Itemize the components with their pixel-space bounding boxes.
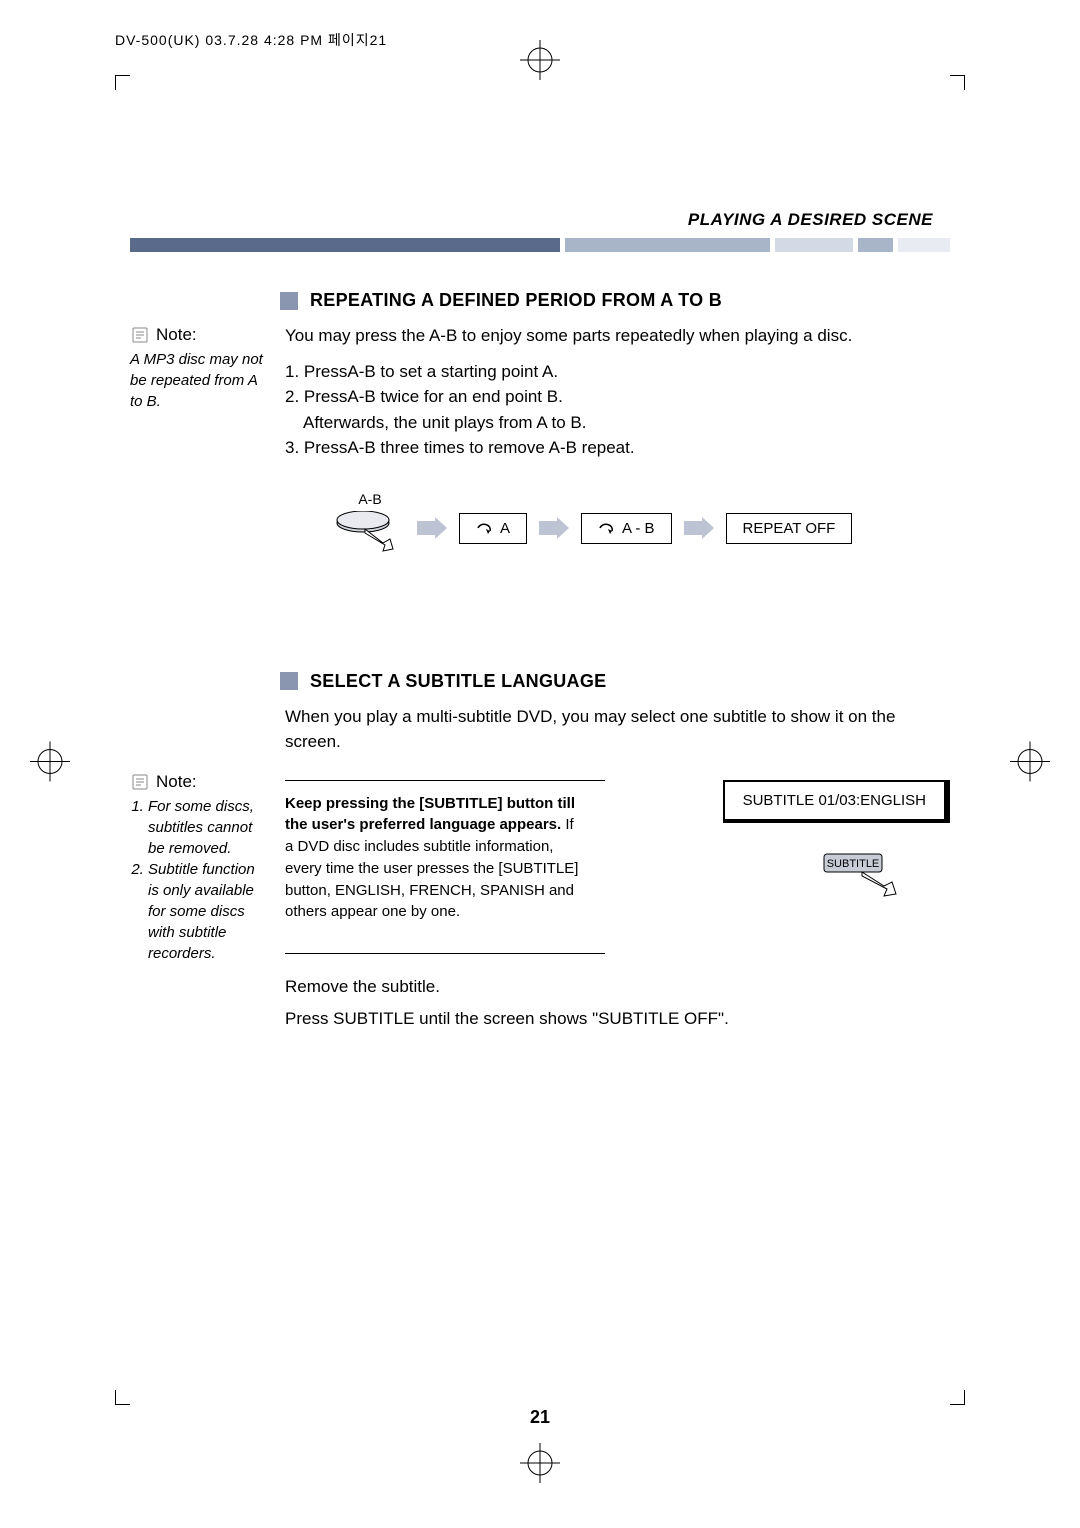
- crop-mark-left: [30, 742, 70, 787]
- step2b: Afterwards, the unit plays from A to B.: [285, 410, 950, 436]
- osd-repeat-off: REPEAT OFF: [726, 513, 853, 544]
- note-label: Note:: [156, 772, 197, 792]
- section-bullet: [280, 292, 298, 310]
- remove-subtitle-body: Press SUBTITLE until the screen shows "S…: [285, 1006, 950, 1032]
- section1-heading: REPEATING A DEFINED PERIOD FROM A TO B: [310, 290, 722, 311]
- subtitle-button-icon: SUBTITLE: [822, 852, 912, 907]
- subtitle-bold: Keep pressing the [SUBTITLE] button till…: [285, 795, 575, 834]
- crop-mark-right: [1010, 742, 1050, 787]
- note-label: Note:: [156, 325, 197, 345]
- step2: 2. PressA-B twice for an end point B.: [285, 384, 950, 410]
- subtitle-osd: SUBTITLE 01/03:ENGLISH: [723, 780, 950, 823]
- section2-intro: When you play a multi-subtitle DVD, you …: [285, 704, 950, 755]
- decorative-bar: [130, 238, 950, 252]
- page-number: 21: [530, 1407, 550, 1428]
- arrow-icon: [539, 517, 569, 539]
- note-icon: [130, 773, 152, 791]
- step1: 1. PressA-B to set a starting point A.: [285, 359, 950, 385]
- osd-a: A: [459, 513, 527, 544]
- arrow-icon: [684, 517, 714, 539]
- note-icon: [130, 326, 152, 344]
- remote-button-icon: [335, 511, 405, 566]
- osd-ab: A - B: [581, 513, 672, 544]
- svg-text:SUBTITLE: SUBTITLE: [827, 858, 880, 870]
- remote-btn-ab-label: A-B: [358, 491, 381, 507]
- note1-body: A MP3 disc may not be repeated from A to…: [130, 349, 265, 412]
- arrow-icon: [417, 517, 447, 539]
- note2-item1: For some discs, subtitles cannot be remo…: [148, 796, 265, 859]
- step3: 3. PressA-B three times to remove A-B re…: [285, 435, 950, 461]
- section1-intro: You may press the A-B to enjoy some part…: [285, 323, 950, 349]
- section2-heading: SELECT A SUBTITLE LANGUAGE: [310, 671, 606, 692]
- note2-item2: Subtitle function is only available for …: [148, 859, 265, 964]
- page-section-header: PLAYING A DESIRED SCENE: [130, 210, 950, 230]
- crop-mark-bottom: [520, 1443, 560, 1488]
- section-bullet: [280, 672, 298, 690]
- header-stamp: DV-500(UK) 03.7.28 4:28 PM 페이지21: [115, 30, 387, 50]
- ab-repeat-diagram: A-B A A - B: [335, 491, 950, 566]
- remove-subtitle-heading: Remove the subtitle.: [285, 974, 950, 1000]
